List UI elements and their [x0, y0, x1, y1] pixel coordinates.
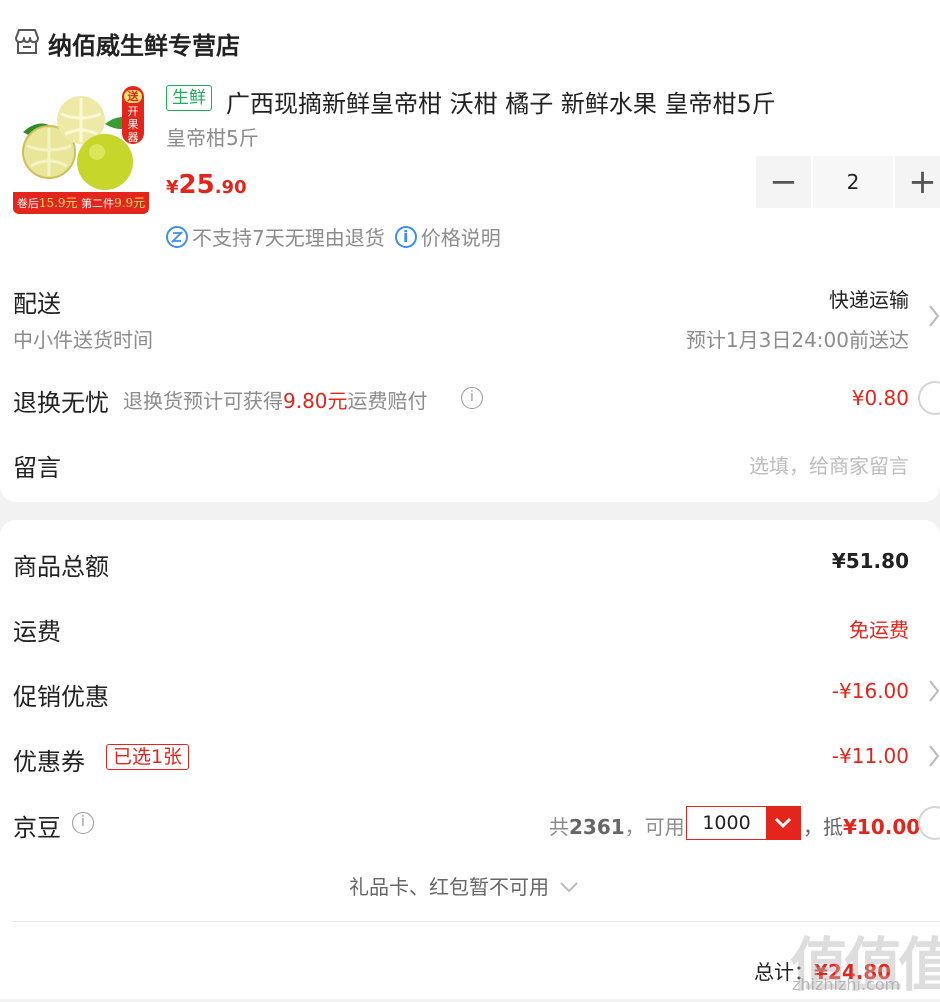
increase-button[interactable]: + — [895, 156, 940, 208]
no-return-icon — [166, 225, 188, 248]
giftcard-note-text: 礼品卡、红包暂不可用 — [349, 875, 549, 899]
product-price: ¥25.90 — [166, 170, 247, 200]
info-icon[interactable]: i — [72, 812, 94, 834]
promo-banner-price-1: 15.9元 — [38, 196, 78, 210]
coupon-value[interactable]: -¥11.00 — [832, 744, 909, 768]
fresh-tag: 生鲜 — [166, 85, 212, 111]
promotion-value[interactable]: -¥16.00 — [832, 679, 909, 703]
chevron-down-icon[interactable] — [766, 807, 800, 839]
jd-beans-label: 京豆 — [13, 814, 61, 842]
delivery-sub-label: 中小件送货时间 — [13, 328, 153, 352]
price-integer: 25 — [178, 170, 215, 200]
plus-icon: + — [908, 162, 937, 202]
message-label: 留言 — [13, 454, 61, 482]
coupon-label: 优惠券 — [13, 748, 85, 776]
delivery-label: 配送 — [13, 290, 61, 318]
delivery-eta[interactable]: 预计1月3日24:00前送达 — [686, 324, 909, 353]
jd-beans-deduct: ，抵¥10.00 — [803, 811, 920, 840]
return-desc-prefix: 退换货预计可获得 — [123, 389, 283, 413]
shipping-label: 运费 — [13, 618, 61, 646]
goods-total-label: 商品总额 — [13, 553, 109, 581]
return-worry-free-label: 退换无忧 — [13, 389, 109, 417]
beans-usable-label: ，可用 — [624, 815, 685, 839]
no-return-text: 不支持7天无理由退货 — [192, 226, 385, 250]
beans-deduct-value: ¥10.00 — [843, 815, 921, 839]
promo-banner: 卷后15.9元 第二件9.9元 — [13, 192, 149, 214]
chevron-right-icon[interactable] — [928, 744, 940, 768]
chevron-right-icon[interactable] — [928, 304, 940, 328]
return-worry-free-desc: 退换货预计可获得9.80元运费赔付 — [123, 385, 428, 414]
price-symbol: ¥ — [166, 177, 179, 198]
promo-banner-label-2: 第二件 — [81, 197, 115, 210]
gift-badge: 送 开果器 — [122, 86, 144, 144]
quantity-stepper: − 2 + — [756, 156, 940, 208]
return-desc-suffix: 运费赔付 — [347, 389, 428, 413]
shipping-value: 免运费 — [849, 618, 909, 642]
promo-banner-price-2: 9.9元 — [114, 196, 146, 210]
store-icon — [15, 29, 39, 54]
chevron-right-icon[interactable] — [928, 679, 940, 703]
chevron-down-icon — [560, 882, 579, 893]
quantity-value[interactable]: 2 — [813, 156, 893, 208]
info-icon[interactable]: i — [394, 225, 417, 248]
promo-banner-label-1: 卷后 — [16, 197, 39, 210]
message-input[interactable]: 选填，给商家留言 — [749, 450, 909, 479]
gift-badge-top: 送 — [124, 90, 142, 103]
gift-badge-text: 开果器 — [127, 105, 139, 144]
order-item-card: 纳佰威生鲜专营店 送 开果器 卷后15.9元 第二件9.9元 生鲜 广西现摘新鲜… — [0, 0, 940, 502]
product-title[interactable]: 广西现摘新鲜皇帝柑 沃柑 橘子 新鲜水果 皇帝柑5斤 — [226, 84, 776, 119]
beans-deduct-prefix: ，抵 — [803, 815, 843, 839]
coupon-selected-tag[interactable]: 已选1张 — [106, 744, 190, 770]
minus-icon: − — [769, 162, 798, 202]
price-decimal: .90 — [214, 177, 247, 198]
decrease-button[interactable]: − — [756, 156, 811, 208]
product-image[interactable]: 送 开果器 卷后15.9元 第二件9.9元 — [13, 84, 149, 214]
return-desc-amount: 9.80元 — [283, 389, 348, 413]
goods-total-value: ¥51.80 — [831, 549, 909, 573]
jd-beans-select[interactable]: 1000 — [686, 806, 801, 840]
return-worry-free-radio[interactable] — [918, 381, 940, 415]
price-note-link[interactable]: 价格说明 — [421, 222, 501, 251]
watermark-url: zhizhizhi.com — [792, 975, 901, 994]
service-notes: 不支持7天无理由退货 i 价格说明 — [166, 222, 501, 251]
beans-total-prefix: 共 — [549, 815, 569, 839]
beans-total: 2361 — [569, 815, 625, 839]
promotion-label: 促销优惠 — [13, 683, 109, 711]
delivery-method[interactable]: 快递运输 — [829, 284, 909, 313]
giftcard-note[interactable]: 礼品卡、红包暂不可用 — [349, 871, 579, 900]
jd-beans-selected-value: 1000 — [702, 812, 751, 834]
product-spec: 皇帝柑5斤 — [166, 126, 259, 150]
store-name[interactable]: 纳佰威生鲜专营店 — [48, 26, 240, 61]
info-icon[interactable]: i — [461, 387, 483, 409]
jd-beans-available: 共2361，可用 — [549, 811, 685, 840]
return-worry-free-price: ¥0.80 — [851, 386, 909, 410]
